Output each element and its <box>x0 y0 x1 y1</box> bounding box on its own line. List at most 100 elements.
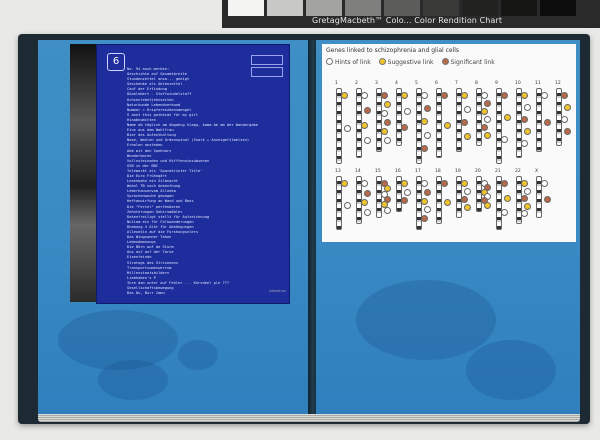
color-checker-card: GretagMacbeth™ Colo... Color Rendition C… <box>222 0 600 28</box>
gene-marker <box>501 136 508 143</box>
legend-item: Suggestive link <box>378 58 434 66</box>
gene-marker <box>521 92 528 99</box>
gene-marker <box>564 104 571 111</box>
gene-marker <box>524 104 531 111</box>
gene-marker <box>364 189 371 197</box>
gene-marker <box>544 196 551 203</box>
gray-swatch <box>423 0 459 16</box>
gene-marker <box>361 180 368 187</box>
sheet-text-list: No. 94 auch merken: Geschichte auf Gesamt… <box>127 67 258 296</box>
gene-marker <box>521 210 528 218</box>
chromosome-label: X <box>535 169 539 174</box>
chromosome-label: 5 <box>415 81 418 86</box>
legend-item: Significant link <box>441 58 495 66</box>
legend-dot-icon <box>441 58 449 65</box>
gene-marker <box>421 144 428 152</box>
gene-marker <box>521 116 528 123</box>
legend-dot-icon <box>326 58 333 65</box>
chromosome-label: 15 <box>375 169 381 174</box>
gray-swatch <box>501 0 537 16</box>
chromosome-chart-printout: Genes linked to schizophrenia and glial … <box>322 44 576 242</box>
gene-marker <box>501 92 508 99</box>
gene-marker <box>401 92 408 99</box>
gene-marker <box>364 107 371 114</box>
gray-swatch <box>267 0 303 16</box>
gray-swatch <box>384 0 420 16</box>
gene-marker <box>421 215 428 223</box>
gene-marker <box>384 101 391 108</box>
gene-marker <box>504 194 511 202</box>
chromosome-label: 14 <box>355 169 361 174</box>
chromosome-label: 6 <box>435 81 438 86</box>
gene-marker <box>424 105 431 113</box>
blue-index-sheet: 6 No. 94 auch merken: Geschichte auf Gesa… <box>96 44 290 304</box>
gene-marker <box>381 110 388 117</box>
page-edges <box>38 414 580 422</box>
gene-marker <box>421 118 428 126</box>
chromosome-ideogram <box>416 88 422 164</box>
gene-marker <box>501 180 508 187</box>
gene-marker <box>501 209 508 217</box>
gene-marker <box>521 195 528 203</box>
chromosome-label: 11 <box>535 81 541 86</box>
gene-marker <box>384 119 391 126</box>
chromosome-label: 20 <box>475 169 481 174</box>
gene-marker <box>524 128 531 135</box>
gene-marker <box>364 208 371 216</box>
gene-marker <box>481 108 488 115</box>
gene-marker <box>341 180 348 187</box>
gene-marker <box>424 188 431 196</box>
gene-marker <box>484 116 491 123</box>
legend-item: Hints of link <box>326 58 371 66</box>
gray-swatch <box>345 0 381 16</box>
chromosome-label: 19 <box>455 169 461 174</box>
gray-swatch <box>462 0 498 16</box>
water-stain <box>98 360 168 400</box>
chromosome-label: 3 <box>375 81 378 86</box>
gene-marker <box>384 206 391 214</box>
chromosome-label: 22 <box>515 169 521 174</box>
gene-marker <box>444 122 451 129</box>
gene-marker <box>561 116 568 123</box>
chromosome-label: 17 <box>415 169 421 174</box>
gene-marker <box>461 196 468 203</box>
gene-marker <box>444 199 451 206</box>
gene-marker <box>484 201 491 209</box>
gene-marker <box>521 180 528 187</box>
gene-marker <box>464 204 471 211</box>
chart-legend: Hints of link Suggestive link Significant … <box>326 58 495 66</box>
gray-swatch <box>306 0 342 16</box>
gene-marker <box>384 137 391 144</box>
gene-marker <box>344 202 351 209</box>
chromosome-label: 2 <box>355 81 358 86</box>
legend-dot-icon <box>378 58 386 65</box>
gene-marker <box>484 132 491 139</box>
gene-marker <box>344 125 351 132</box>
chromosome-ideogram <box>516 88 522 158</box>
water-stain <box>178 340 218 370</box>
chromosome-label: 21 <box>495 169 501 174</box>
water-stain <box>466 340 556 400</box>
gene-marker <box>484 100 491 107</box>
gene-marker <box>524 187 531 195</box>
legend-label: Suggestive link <box>387 59 434 66</box>
sheet-footer: nekachun <box>269 289 287 293</box>
chromosome-label: 10 <box>515 81 521 86</box>
gene-marker <box>424 131 431 139</box>
gray-swatch <box>228 0 264 16</box>
chromosome-ideogram <box>496 88 502 164</box>
chromosome-label: 9 <box>495 81 498 86</box>
open-book: 6 No. 94 auch merken: Geschichte auf Gesa… <box>18 34 590 424</box>
chromosome-label: 1 <box>335 81 338 86</box>
gene-marker <box>404 188 411 196</box>
gene-marker <box>401 124 408 131</box>
chart-title: Genes linked to schizophrenia and glial … <box>326 47 460 54</box>
sheet-line: Das Du, Burr Imen <box>127 291 165 296</box>
gene-marker <box>424 206 431 214</box>
gene-marker <box>364 137 371 144</box>
gray-swatch <box>540 0 576 16</box>
gene-marker <box>544 119 551 126</box>
water-stain <box>356 280 496 360</box>
chromosome-label: 8 <box>475 81 478 86</box>
chromosome-ideogram <box>336 88 342 164</box>
